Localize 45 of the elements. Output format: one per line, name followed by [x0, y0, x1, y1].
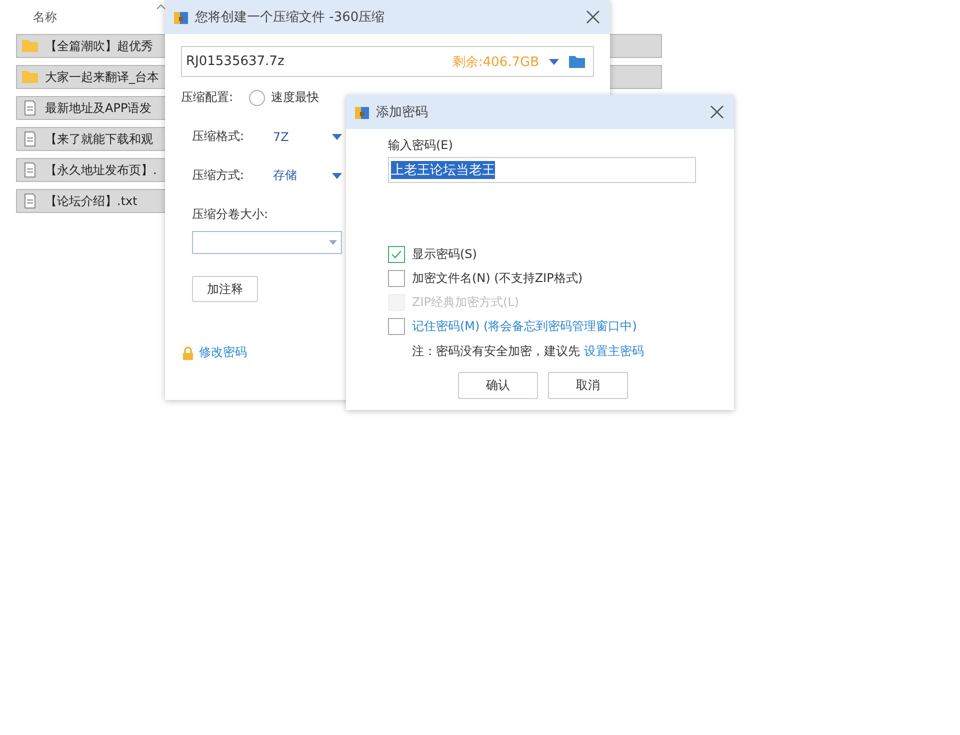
free-space: 剩余:406.7GB [452, 54, 539, 70]
folder-icon[interactable] [569, 55, 585, 68]
master-password-link[interactable]: 设置主密码 [584, 344, 644, 358]
checkbox-option[interactable]: 记住密码(M) (将会备忘到密码管理窗口中) [388, 317, 696, 335]
password-field[interactable]: 上老王论坛当老王 [388, 157, 696, 183]
file-name: 大家一起来翻译_台本 [45, 68, 159, 86]
dropdown-arrow-icon[interactable] [332, 172, 342, 178]
archive-icon [354, 104, 370, 120]
file-name: 【永久地址发布页】. [45, 162, 157, 178]
note-text: 注：密码没有安全加密，建议先 [412, 344, 581, 358]
file-name: 【来了就能下载和观 [45, 130, 153, 148]
checkbox-option[interactable]: 加密文件名(N) (不支持ZIP格式) [388, 269, 696, 287]
dropdown-arrow-icon[interactable] [332, 134, 342, 140]
radio-option[interactable]: 速度最快 [249, 89, 320, 106]
checkbox-option[interactable]: 显示密码(S) [388, 245, 696, 263]
close-icon[interactable] [586, 10, 600, 24]
folder-icon [21, 38, 39, 54]
config-label: 压缩配置: [181, 89, 234, 106]
method-select[interactable]: 压缩方式: 存储 [192, 167, 342, 184]
format-label: 压缩格式: [192, 128, 246, 145]
dialog-button[interactable]: 取消 [548, 372, 628, 399]
column-header[interactable]: 名称 [33, 8, 57, 26]
file-name: 【论坛介绍】.txt [45, 192, 138, 210]
password-label: 输入密码(E) [388, 137, 454, 154]
file-name: 最新地址及APP语发 [45, 100, 152, 116]
volume-size-field[interactable] [192, 231, 342, 254]
dropdown-arrow-icon[interactable] [549, 58, 559, 64]
volume-size-label: 压缩分卷大小: [192, 206, 270, 223]
filename-field[interactable]: RJ01535637.7z 剩余:406.7GB [181, 46, 594, 77]
close-icon[interactable] [710, 105, 724, 119]
format-value: 7Z [273, 130, 290, 144]
method-value: 存储 [273, 167, 298, 184]
format-select[interactable]: 压缩格式: 7Z [192, 128, 342, 145]
dialog-button[interactable]: 确认 [458, 372, 538, 399]
folder-icon [21, 69, 39, 85]
method-label: 压缩方式: [192, 167, 246, 184]
archive-icon [173, 9, 189, 25]
sort-caret-icon [156, 4, 166, 10]
filename-text: RJ01535637.7z [186, 54, 286, 69]
lock-icon [181, 346, 195, 360]
file-name: 【全篇潮吹】超优秀 [45, 38, 153, 54]
window-title: 您将创建一个压缩文件 -360压缩 [195, 9, 386, 26]
window-title: 添加密码 [376, 104, 429, 121]
comment-button[interactable]: 加注释 [192, 276, 258, 302]
change-password-link[interactable]: 修改密码 [199, 344, 247, 361]
